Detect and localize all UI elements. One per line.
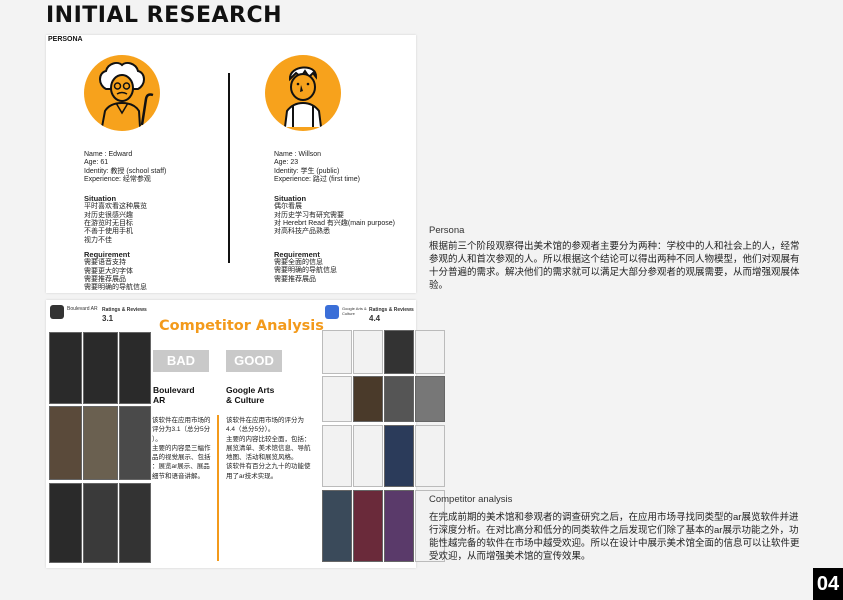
good-app-name: Google Arts & Culture xyxy=(226,385,274,405)
persona-right-identity: Identity: 学生 (public) xyxy=(274,167,340,175)
good-app-name-line: & Culture xyxy=(226,395,265,405)
bad-app-description: 该软件在应用市场的 评分为3.1（总分5分 ）。 主要的内容是三幅作 品的视觉展… xyxy=(152,416,216,481)
desc-line: 品的视觉展示、包括 xyxy=(152,454,211,462)
screenshot-tile xyxy=(384,490,414,562)
screenshot-tile xyxy=(322,425,352,487)
persona-right-situation-item: 偶尔看展 xyxy=(274,203,302,211)
persona-right-info: Name : Willson Age: 23 Identity: 学生 (pub… xyxy=(274,151,414,284)
good-badge: GOOD xyxy=(226,350,282,372)
desc-line: 用了ar技术实现。 xyxy=(226,472,278,480)
competitor-divider xyxy=(217,415,219,561)
bad-app-name: Boulevard AR xyxy=(153,385,195,405)
persona-left-info: Name : Edward Age: 61 Identity: 教授 (scho… xyxy=(84,151,224,292)
screenshot-tile xyxy=(384,330,414,374)
bad-app-name-line: Boulevard xyxy=(153,385,195,395)
persona-body: 根据前三个阶段观察得出美术馆的参观者主要分为两种：学校中的人和社会上的人，经常参… xyxy=(429,241,800,291)
screenshot-tile xyxy=(119,483,151,563)
screenshot-tile xyxy=(384,376,414,422)
persona-left-requirement-item: 需要明确的导航信息 xyxy=(84,284,147,292)
bad-app-name-line: AR xyxy=(153,395,166,405)
screenshot-tile xyxy=(49,332,82,404)
persona-left-identity: Identity: 教授 (school staff) xyxy=(84,167,167,175)
boulevard-store-title: Boulevard AR xyxy=(67,306,98,312)
screenshot-tile xyxy=(49,406,82,480)
boulevard-ratings-label: Ratings & Reviews xyxy=(102,307,147,313)
desc-line: 评分为3.1（总分5分 xyxy=(152,426,211,434)
google-arts-rating: 4.4 xyxy=(369,314,381,323)
persona-left-requirement-item: 需要语音支持 xyxy=(84,259,126,267)
elderly-persona-avatar-icon xyxy=(84,55,160,131)
desc-line: ：展览ar展示、展品 xyxy=(152,463,210,471)
desc-line: 展览清单、美术馆信息、导航 xyxy=(226,444,311,452)
screenshot-tile xyxy=(322,330,352,374)
competitor-card: Boulevard AR Ratings & Reviews 3.1 Compe… xyxy=(46,300,445,568)
desc-line: ）。 xyxy=(152,435,162,443)
desc-line: 细节和语音讲解。 xyxy=(152,472,204,480)
screenshot-tile xyxy=(353,330,383,374)
good-app-name-line: Google Arts xyxy=(226,385,275,395)
screenshot-tile xyxy=(83,332,118,404)
screenshot-tile xyxy=(83,406,118,480)
persona-left-situation-item: 不善于使用手机 xyxy=(84,228,133,236)
desc-line: 地图、活动和展览风格。 xyxy=(226,454,298,462)
persona-left-situation-item: 视力不佳 xyxy=(84,236,112,244)
boulevard-app-icon xyxy=(50,305,64,319)
good-app-description: 该软件在应用市场的评分为 4.4（总分5分）。 主要的内容比较全面，包括： 展览… xyxy=(226,416,322,481)
desc-line: 主要的内容是三幅作 xyxy=(152,444,211,452)
persona-left-age: Age: 61 xyxy=(84,159,109,167)
google-arts-store-title: Google Arts & Culture xyxy=(342,306,367,316)
screenshot-tile xyxy=(49,483,82,563)
screenshot-tile xyxy=(353,376,383,422)
young-persona-avatar-icon xyxy=(265,55,341,131)
screenshot-tile xyxy=(322,376,352,422)
desc-line: 4.4（总分5分）。 xyxy=(226,426,275,434)
screenshot-tile xyxy=(322,490,352,562)
screenshot-tile xyxy=(415,425,445,487)
persona-left-situation-item: 对历史很感兴趣 xyxy=(84,211,133,219)
persona-heading: Persona xyxy=(429,225,465,236)
page-number: 04 xyxy=(813,568,843,600)
screenshot-tile xyxy=(83,483,118,563)
screenshot-tile xyxy=(415,330,445,374)
persona-label: PERSONA xyxy=(48,36,83,43)
bad-badge: BAD xyxy=(153,350,209,372)
desc-line: 该软件有百分之九十的功能使 xyxy=(226,463,311,471)
screenshot-tile xyxy=(353,490,383,562)
persona-right-experience: Experience: 路过 (first time) xyxy=(274,175,360,183)
screenshot-tile xyxy=(384,425,414,487)
persona-left-name: Name : Edward xyxy=(84,151,133,158)
screenshot-tile xyxy=(119,406,151,480)
persona-right-age: Age: 23 xyxy=(274,159,299,167)
persona-left-experience: Experience: 经常参观 xyxy=(84,175,151,183)
persona-left-requirement-item: 需要推荐展品 xyxy=(84,275,126,283)
persona-right-requirement-title: Requirement xyxy=(274,249,320,259)
google-arts-ratings-label: Ratings & Reviews xyxy=(369,307,414,313)
persona-divider xyxy=(228,73,230,263)
screenshot-tile xyxy=(119,332,151,404)
competitor-title: Competitor Analysis xyxy=(159,318,324,334)
page-title: INITIAL RESEARCH xyxy=(46,3,283,28)
persona-left-situation-item: 平时喜欢看这种展览 xyxy=(84,203,147,211)
desc-line: 该软件在应用市场的评分为 xyxy=(226,417,304,424)
persona-right-situation-item: 对历史学习有研究需要 xyxy=(274,211,344,219)
persona-right-name: Name : Willson xyxy=(274,151,322,158)
persona-right-requirement-item: 需要明确的导航信息 xyxy=(274,267,337,275)
boulevard-rating: 3.1 xyxy=(102,314,114,323)
persona-card: PERSONA Name : Edward Age: 61 Identity: … xyxy=(46,35,416,293)
persona-right-requirement-item: 需要推荐展品 xyxy=(274,275,316,283)
google-arts-app-icon xyxy=(325,305,339,319)
persona-left-requirement-item: 需要更大的字体 xyxy=(84,267,133,275)
screenshot-tile xyxy=(415,376,445,422)
desc-line: 主要的内容比较全面，包括： xyxy=(226,435,311,443)
desc-line: 该软件在应用市场的 xyxy=(152,417,211,424)
competitor-body: 在完成前期的美术馆和参观者的调查研究之后，在应用市场寻找同类型的ar展览软件并进… xyxy=(429,512,800,562)
screenshot-tile xyxy=(353,425,383,487)
competitor-heading: Competitor analysis xyxy=(429,494,513,505)
persona-right-situation-item: 对高科技产品熟悉 xyxy=(274,228,330,236)
